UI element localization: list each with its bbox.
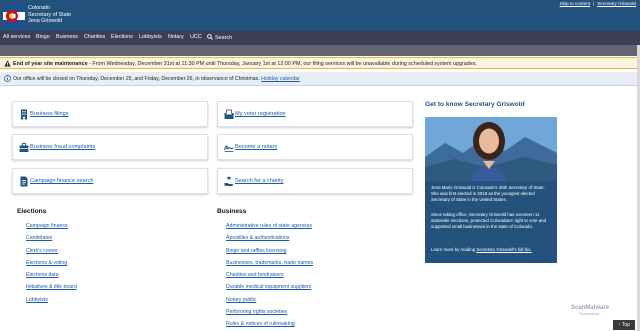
bio-paragraph-2: Since taking office, Secretary Griswold …	[431, 212, 547, 229]
scanmalware-watermark: ScanMalware Screenshot	[571, 305, 609, 316]
nav-elections[interactable]: Elections	[111, 34, 133, 40]
alert-title: End of year site maintenance	[13, 61, 88, 67]
link-notary-public[interactable]: Notary public	[226, 297, 256, 303]
back-to-top-label: Top	[621, 322, 630, 328]
watermark-sub: Screenshot	[579, 311, 600, 316]
link-apostilles[interactable]: Apostilles & authentications	[226, 235, 289, 241]
card-voter-registration[interactable]: My voter registration	[217, 101, 413, 127]
list-item: Elections & voting	[26, 260, 77, 272]
list-item: Rules & notices of rulemaking	[226, 321, 313, 331]
card-search-charity[interactable]: Search for a charity	[217, 168, 413, 194]
griswold-portrait-image	[425, 117, 557, 181]
link-businesses-trademarks[interactable]: Businesses, trademarks, trade names	[226, 260, 313, 266]
list-item: Businesses, trademarks, trade names	[226, 260, 313, 272]
link-campaign-finance[interactable]: Campaign finance	[26, 223, 68, 229]
link-elections-voting[interactable]: Elections & voting	[26, 260, 67, 266]
bio-more-prefix: Learn more by reading	[431, 247, 477, 252]
list-item: Elections data	[26, 272, 77, 284]
card-campaign-finance-search[interactable]: Campaign finance search	[12, 168, 208, 194]
link-elections-data[interactable]: Elections data	[26, 272, 59, 278]
nav-ucc[interactable]: UCC	[190, 34, 202, 40]
search-label: Search	[215, 35, 233, 41]
elections-heading: Elections	[17, 208, 47, 215]
card-label: Search for a charity	[235, 178, 284, 184]
org-line-colorado: Colorado	[28, 5, 50, 11]
holiday-calendar-link[interactable]: Holiday calendar	[261, 76, 300, 82]
link-candidates[interactable]: Candidates	[26, 235, 52, 241]
divider: |	[592, 1, 595, 6]
org-name[interactable]: Colorado Secretary of State Jena Griswol…	[28, 5, 71, 25]
nav-all-services[interactable]: All services	[3, 34, 30, 40]
signature-icon	[224, 145, 234, 152]
link-initiatives[interactable]: Initiatives & title board	[26, 284, 77, 290]
card-label: Campaign finance search	[30, 178, 94, 184]
notice-body: Our office will be closed on Thursday, D…	[13, 76, 260, 82]
list-item: Clerk's corner	[26, 248, 77, 260]
skip-to-content-link[interactable]: Skip to content	[560, 1, 590, 6]
list-item: Charities and fundraisers	[226, 272, 313, 284]
alert-body: - From Wednesday, December 31st at 11:30…	[87, 61, 477, 67]
link-admin-rules[interactable]: Administrative rules of state agencies	[226, 223, 312, 229]
maintenance-alert: End of year site maintenance - From Wedn…	[0, 57, 640, 69]
list-item: Notary public	[226, 297, 313, 309]
card-label: Business fraud complaints	[30, 144, 96, 150]
nav-business[interactable]: Business	[56, 34, 78, 40]
notice-text: Our office will be closed on Thursday, D…	[13, 76, 300, 82]
link-bingo-raffles[interactable]: Bingo and raffles licensing	[226, 248, 286, 254]
briefcase-icon	[19, 143, 29, 152]
link-lobbyists[interactable]: Lobbyists	[26, 297, 48, 303]
elections-links: Campaign finance Candidates Clerk's corn…	[26, 223, 77, 309]
link-clerks-corner[interactable]: Clerk's corner	[26, 248, 58, 254]
nav-search[interactable]: Search	[207, 34, 232, 41]
card-label: My voter registration	[235, 111, 286, 117]
list-item: Candidates	[26, 235, 77, 247]
holiday-notice: Our office will be closed on Thursday, D…	[0, 72, 640, 86]
business-heading: Business	[217, 208, 247, 215]
link-performing-rights[interactable]: Performing rights societies	[226, 309, 287, 315]
list-item: Administrative rules of state agencies	[226, 223, 313, 235]
list-item: Performing rights societies	[226, 309, 313, 321]
back-to-top-button[interactable]: ↑ Top	[613, 320, 635, 330]
full-bio-link[interactable]: Secretary Griswold's full bio.	[476, 247, 531, 252]
card-become-notary[interactable]: Become a notary	[217, 134, 413, 160]
griswold-bio-panel: Jena Marie Griswold is Colorado's 39th S…	[425, 117, 557, 263]
org-line-name: Jena Griswold	[28, 18, 63, 25]
colorado-flag-logo-icon[interactable]	[3, 5, 25, 27]
list-item: Bingo and raffles licensing	[226, 248, 313, 260]
business-links: Administrative rules of state agencies A…	[226, 223, 313, 331]
list-item: Initiatives & title board	[26, 284, 77, 296]
list-item: Apostilles & authentications	[226, 235, 313, 247]
card-label: Become a notary	[235, 144, 278, 150]
building-icon	[21, 109, 27, 120]
main-nav: All services Bingo Business Charities El…	[0, 31, 640, 45]
nav-lobbyists[interactable]: Lobbyists	[139, 34, 162, 40]
alert-text: End of year site maintenance - From Wedn…	[13, 61, 477, 67]
list-item: Lobbyists	[26, 297, 77, 309]
search-icon	[207, 34, 213, 40]
link-medical-equipment[interactable]: Durable medical equipment suppliers	[226, 284, 311, 290]
ballot-box-icon	[224, 109, 234, 119]
sidebar-title: Get to know Secretary Griswold	[425, 101, 525, 108]
charity-hand-icon	[224, 176, 234, 187]
warning-icon	[4, 60, 11, 67]
org-line-sos: Secretary of State	[28, 11, 72, 18]
card-label: Business filings	[30, 111, 69, 117]
site-header: Colorado Secretary of State Jena Griswol…	[0, 0, 640, 31]
bio-paragraph-1: Jena Marie Griswold is Colorado's 39th S…	[431, 185, 545, 202]
nav-bingo[interactable]: Bingo	[36, 34, 50, 40]
link-charities-fundraisers[interactable]: Charities and fundraisers	[226, 272, 284, 278]
secretary-griswold-link[interactable]: Secretary Griswold	[597, 1, 636, 6]
top-links: Skip to content | Secretary Griswold	[560, 1, 636, 6]
nav-charities[interactable]: Charities	[84, 34, 105, 40]
card-business-fraud-complaints[interactable]: Business fraud complaints	[12, 134, 208, 160]
link-rules-notices[interactable]: Rules & notices of rulemaking	[226, 321, 295, 327]
document-icon	[20, 176, 28, 187]
nav-notary[interactable]: Notary	[168, 34, 184, 40]
info-icon	[4, 75, 11, 82]
list-item: Campaign finance	[26, 223, 77, 235]
nav-underline-band	[0, 45, 640, 56]
bio-paragraph-3: Learn more by reading Secretary Griswold…	[431, 247, 553, 253]
list-item: Durable medical equipment suppliers	[226, 284, 313, 296]
card-business-filings[interactable]: Business filings	[12, 101, 208, 127]
